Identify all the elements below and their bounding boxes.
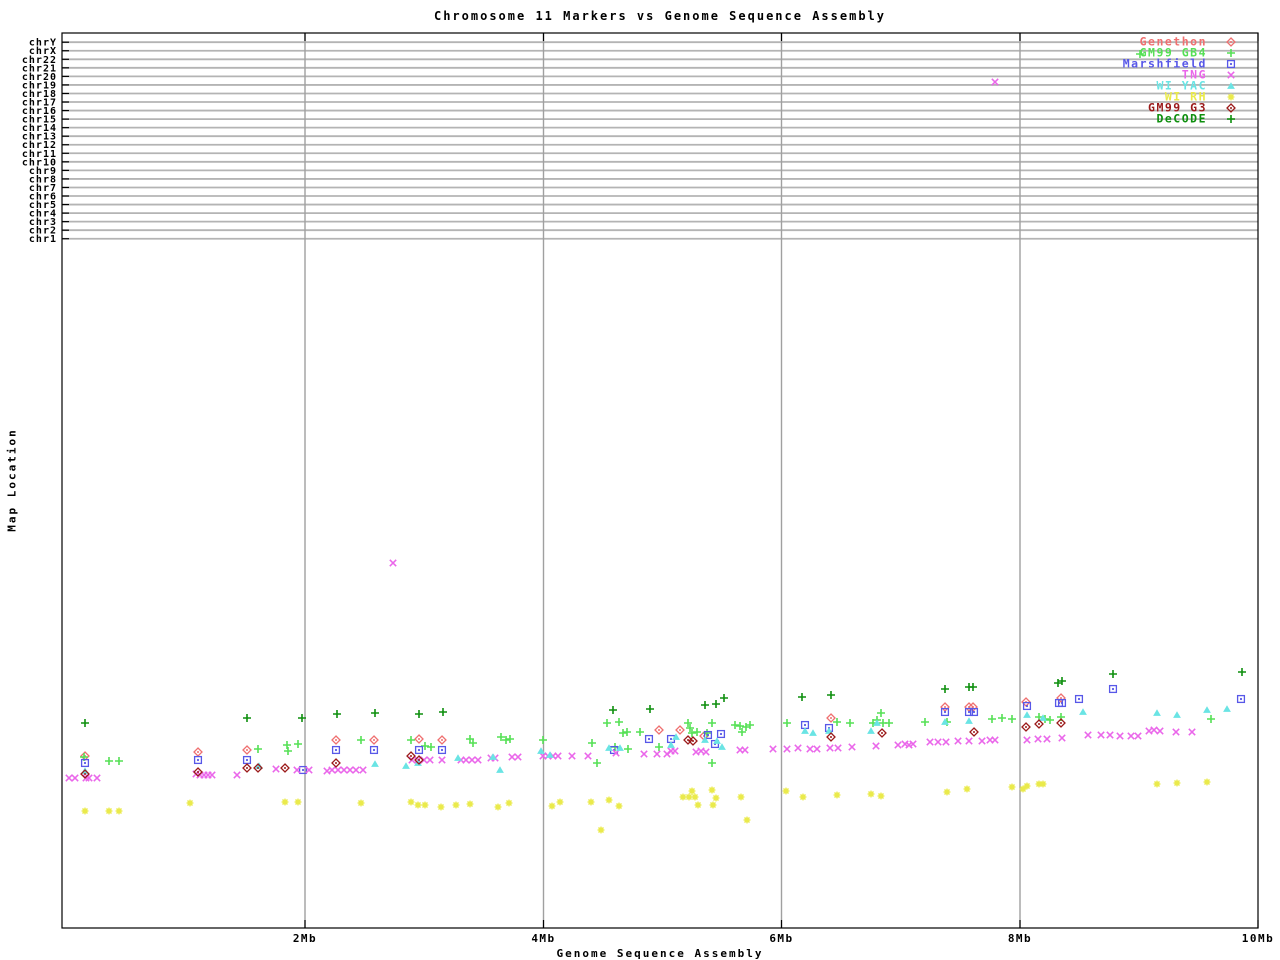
- chart-title: Chromosome 11 Markers vs Genome Sequence…: [433, 9, 886, 23]
- series-wi-yac: [81, 705, 1231, 774]
- series-genethon: [80, 693, 1066, 761]
- y-axis-label: Map Location: [5, 428, 19, 532]
- chart-page: chrY chrX chr22 chr21 chr20 chr19 chr18 chr17 ch…: [0, 0, 1280, 960]
- x-tick-label: 2Mb: [293, 932, 317, 945]
- scatter-plot: chrYchrXchr22chr21chr20chr19chr18chr17ch…: [22, 32, 1275, 945]
- x-tick-label: 8Mb: [1008, 932, 1032, 945]
- series-wi-rh: [81, 778, 1211, 834]
- x-tick-label: 10Mb: [1242, 932, 1275, 945]
- series-gm99-gb4: [80, 50, 1215, 767]
- x-tick-label: 4Mb: [531, 932, 555, 945]
- chromosome-label: chr1: [29, 234, 57, 245]
- x-tick-label: 6Mb: [769, 932, 793, 945]
- chromosome-tracks: chrYchrXchr22chr21chr20chr19chr18chr17ch…: [22, 38, 1258, 245]
- series-decode: [81, 668, 1246, 727]
- plot-frame: [61, 32, 1259, 929]
- legend: GenethonGM99 GB4MarshfieldTNGWI YACWI RH…: [1123, 35, 1236, 126]
- x-axis-label: Genome Sequence Assembly: [556, 947, 764, 960]
- legend-label: DeCODE: [1156, 112, 1207, 126]
- series-gm99-g3: [80, 718, 1066, 779]
- series-tng: [65, 78, 1196, 782]
